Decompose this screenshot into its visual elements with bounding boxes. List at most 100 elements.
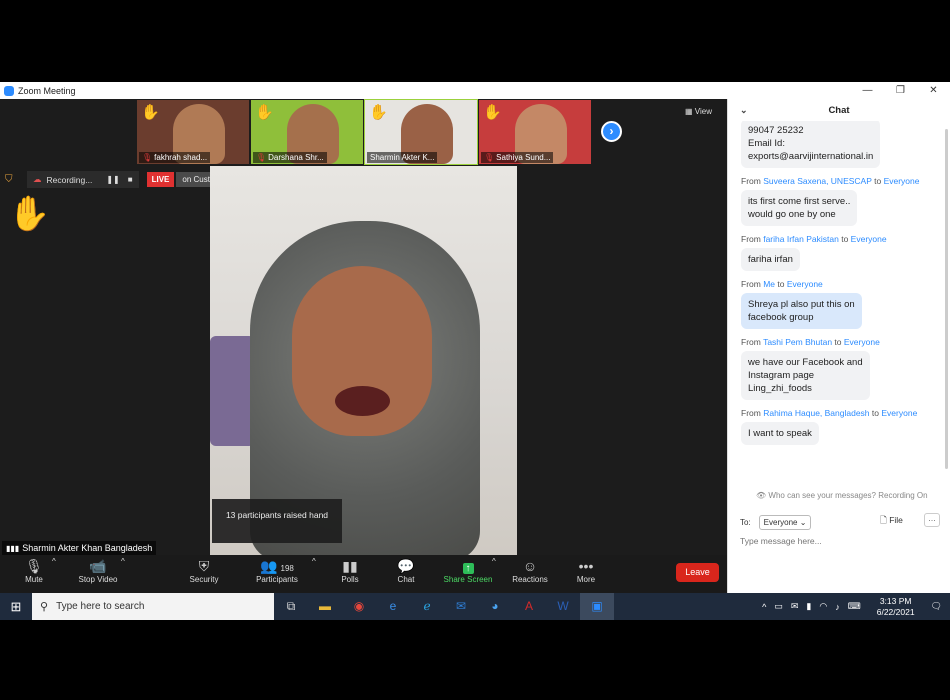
- polls-label: Polls: [341, 575, 359, 584]
- tray-wifi-icon[interactable]: ◠: [819, 601, 827, 612]
- shield-icon[interactable]: ⛉: [5, 174, 19, 185]
- participant-thumbnail[interactable]: ✋ 🎙 Sathiya Sund...: [479, 100, 591, 164]
- from-prefix: From: [741, 234, 761, 244]
- raised-hand-icon: ✋: [369, 104, 388, 121]
- tray-email-icon[interactable]: ✉: [791, 601, 799, 612]
- mute-label: Mute: [25, 575, 43, 584]
- participant-thumbnail[interactable]: ✋ 🎙 Darshana Shr...: [251, 100, 363, 164]
- reactions-button[interactable]: ☺ Reactions: [510, 557, 550, 584]
- share-screen-button[interactable]: ↑ Share Screen: [441, 557, 495, 584]
- chat-header: ⌄ Chat: [728, 99, 950, 121]
- security-label: Security: [189, 575, 219, 584]
- raised-hands-toast: 13 participants raised hand: [212, 499, 342, 543]
- internet-explorer-icon[interactable]: ℯ: [410, 593, 444, 620]
- zoom-taskbar-icon[interactable]: ▣: [580, 593, 614, 620]
- video-options-caret[interactable]: ^: [121, 557, 125, 566]
- participant-thumbnail[interactable]: ✋ 🎙 fakhrah shad...: [137, 100, 249, 164]
- chat-message-header: From fariha Irfan Pakistan to Everyone: [741, 234, 943, 244]
- chat-message: I want to speak: [741, 422, 819, 445]
- close-button[interactable]: ✕: [917, 82, 950, 99]
- chat-recipient-name[interactable]: Everyone: [787, 279, 823, 289]
- tray-battery-icon[interactable]: ▮: [806, 601, 811, 612]
- windows-start-icon[interactable]: ⊞: [0, 599, 32, 615]
- view-button[interactable]: ▦ View: [685, 107, 712, 116]
- taskbar-clock[interactable]: 3:13 PM 6/22/2021: [877, 596, 915, 618]
- maximize-button[interactable]: ❐: [884, 82, 917, 99]
- from-prefix: From: [741, 408, 761, 418]
- leave-button[interactable]: Leave: [676, 563, 719, 582]
- chat-recipient-name[interactable]: Everyone: [851, 234, 887, 244]
- stop-icon[interactable]: ■: [128, 175, 133, 184]
- tray-volume-icon[interactable]: ♪: [835, 602, 840, 612]
- chat-message-header: From Suveera Saxena, UNESCAP to Everyone: [741, 176, 943, 186]
- participant-thumbnail[interactable]: ✋ Sharmin Akter K...: [364, 99, 478, 165]
- file-icon: 🗋: [880, 515, 890, 525]
- speaker-mouth: [335, 386, 390, 416]
- task-view-icon[interactable]: ⧉: [274, 593, 308, 620]
- pause-icon[interactable]: ❚❚: [106, 175, 119, 184]
- security-button[interactable]: ⛨ Security: [186, 557, 222, 584]
- participant-name-tag: 🎙 Sathiya Sund...: [481, 152, 554, 163]
- chat-sender[interactable]: Rahima Haque, Bangladesh: [763, 408, 869, 418]
- participants-count: 198: [280, 564, 294, 573]
- browser-icon[interactable]: ◕: [478, 593, 512, 620]
- muted-mic-icon: 🎙: [142, 153, 153, 162]
- file-explorer-icon[interactable]: ▬: [308, 593, 342, 620]
- chat-sender[interactable]: fariha Irfan Pakistan: [763, 234, 839, 244]
- more-button[interactable]: ••• More: [574, 557, 598, 584]
- word-icon[interactable]: W: [546, 593, 580, 620]
- share-options-caret[interactable]: ^: [492, 557, 496, 566]
- minimize-button[interactable]: —: [851, 82, 884, 99]
- chrome-icon[interactable]: ◉: [342, 593, 376, 620]
- recipient-select[interactable]: Everyone ⌄: [758, 515, 812, 530]
- chat-messages[interactable]: 99047 25232 Email Id: exports@aarvijinte…: [728, 121, 943, 486]
- chat-privacy-notice[interactable]: 👁 Who can see your messages? Recording O…: [728, 491, 950, 500]
- chat-message-header: From Tashi Pem Bhutan to Everyone: [741, 337, 943, 347]
- screen: Zoom Meeting — ❐ ✕ ✋ 🎙 fakhrah shad... ✋ 🎙 Da…: [0, 82, 950, 620]
- tray-app-icon[interactable]: ▭: [774, 601, 783, 612]
- chat-recipient-name[interactable]: Everyone: [884, 176, 920, 186]
- taskbar-search[interactable]: ⚲ Type here to search: [32, 593, 274, 620]
- from-prefix: From: [741, 279, 761, 289]
- chat-recipient: To: Everyone ⌄: [740, 515, 812, 530]
- participants-options-caret[interactable]: ^: [312, 557, 316, 566]
- file-button[interactable]: 🗋 File: [880, 515, 903, 529]
- chat-input[interactable]: [740, 536, 940, 546]
- chat-message: fariha irfan: [741, 248, 800, 271]
- raised-hand-icon: ✋: [483, 104, 502, 121]
- chat-more-button[interactable]: …: [924, 513, 940, 527]
- notification-icon[interactable]: 🗨: [931, 601, 942, 612]
- chat-button[interactable]: 💬 Chat: [394, 557, 418, 584]
- chat-message-header: From Rahima Haque, Bangladesh to Everyon…: [741, 408, 943, 418]
- video-area: ✋ 🎙 fakhrah shad... ✋ 🎙 Darshana Shr... ✋ Sharm…: [0, 99, 727, 555]
- chevron-down-icon[interactable]: ⌄: [740, 105, 748, 116]
- outlook-icon[interactable]: ✉: [444, 593, 478, 620]
- live-badge[interactable]: LIVE: [146, 172, 175, 187]
- acrobat-icon[interactable]: A: [512, 593, 546, 620]
- signal-bars-icon: ▮▮▮: [6, 544, 20, 553]
- chat-message: 99047 25232 Email Id: exports@aarvijinte…: [741, 121, 881, 168]
- recording-label: Recording...: [46, 174, 93, 185]
- participants-button[interactable]: 👥 198 Participants: [254, 557, 300, 584]
- tray-chevron-up-icon[interactable]: ^: [762, 602, 766, 612]
- next-page-button[interactable]: ›: [601, 121, 622, 142]
- participant-name-tag: Sharmin Akter K...: [367, 152, 438, 163]
- tray-keyboard-icon[interactable]: ⌨: [848, 601, 861, 612]
- chat-recipient-name[interactable]: Everyone: [844, 337, 880, 347]
- mute-options-caret[interactable]: ^: [52, 557, 56, 566]
- chat-sender[interactable]: Tashi Pem Bhutan: [763, 337, 832, 347]
- chat-sender[interactable]: Suveera Saxena, UNESCAP: [763, 176, 872, 186]
- chat-scrollbar[interactable]: [945, 129, 948, 469]
- to-word: to: [874, 176, 882, 186]
- polls-button[interactable]: ▮▮ Polls: [338, 557, 362, 584]
- edge-icon[interactable]: e: [376, 593, 410, 620]
- mute-button[interactable]: 🎙 Mute: [22, 557, 46, 584]
- muted-mic-icon: 🎙: [484, 153, 495, 162]
- search-placeholder: Type here to search: [56, 601, 145, 612]
- stop-video-button[interactable]: 📹 Stop Video: [76, 557, 120, 584]
- chat-bubble-icon: 💬: [397, 558, 415, 574]
- chat-sender[interactable]: Me: [763, 279, 775, 289]
- zoom-logo-icon: [4, 85, 14, 96]
- chat-recipient-name[interactable]: Everyone: [881, 408, 917, 418]
- participants-icon: 👥 198: [260, 558, 294, 574]
